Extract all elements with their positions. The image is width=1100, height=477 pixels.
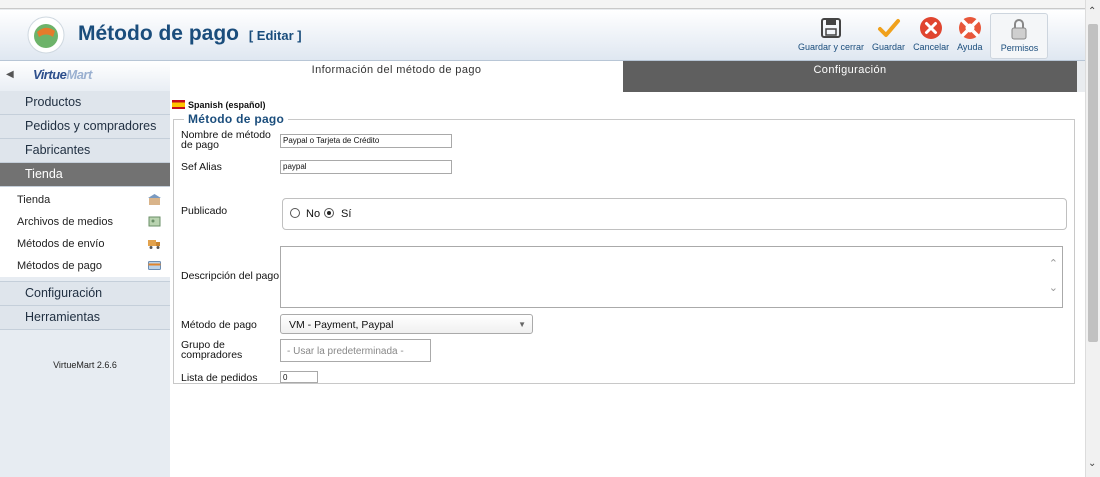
page-title-text: Método de pago <box>78 22 239 45</box>
save-close-button[interactable]: Guardar y cerrar <box>794 13 868 57</box>
media-files-icon <box>148 216 161 227</box>
page-title: Método de pago [ Editar ] <box>78 22 302 46</box>
collapse-sidebar-icon[interactable]: ◀ <box>6 69 14 80</box>
customer-group-select[interactable]: - Usar la predeterminada - <box>280 339 431 362</box>
subitem-label: Tienda <box>17 194 51 206</box>
subitem-label: Métodos de envío <box>17 238 105 250</box>
virtuemart-logo: ◀ VirtueMart <box>0 61 170 91</box>
published-no-radio[interactable] <box>290 208 300 218</box>
alias-label: Sef Alias <box>181 161 222 173</box>
subitem-label: Métodos de pago <box>17 260 103 272</box>
save-close-label: Guardar y cerrar <box>798 42 865 52</box>
name-label: Nombre de método de pago <box>181 129 271 151</box>
sidebar-item-configuracion[interactable]: Configuración <box>0 281 170 306</box>
textarea-scroll-up-icon[interactable]: ⌃ <box>1049 257 1058 270</box>
shipping-truck-icon <box>148 240 160 249</box>
virtuemart-logo-text: VirtueMart <box>33 67 92 82</box>
subitem-archivos[interactable]: Archivos de medios <box>0 211 170 233</box>
subitem-pago[interactable]: Métodos de pago <box>0 255 170 277</box>
sidebar-item-herramientas[interactable]: Herramientas <box>0 306 170 330</box>
textarea-scroll-down-icon[interactable]: ⌄ <box>1049 281 1058 294</box>
subitem-tienda[interactable]: Tienda <box>0 189 170 211</box>
logo-accent: Mart <box>66 67 92 82</box>
sidebar-item-productos[interactable]: Productos <box>0 91 170 115</box>
payment-method-fieldset: Método de pago Nombre de método de pago … <box>173 112 1075 384</box>
sidebar: ◀ VirtueMart Productos Pedidos y comprad… <box>0 61 171 477</box>
sidebar-item-fabricantes[interactable]: Fabricantes <box>0 139 170 163</box>
toolbar: Guardar y cerrar Guardar Cancelar Ayuda <box>794 13 1049 59</box>
logo-main: Virtue <box>33 67 67 82</box>
page-header: Método de pago [ Editar ] Guardar y cerr… <box>0 10 1085 61</box>
method-select[interactable]: VM - Payment, Paypal ▼ <box>280 314 533 334</box>
language-label: Spanish (español) <box>188 100 266 110</box>
description-textarea[interactable]: ⌃ ⌄ <box>280 246 1063 308</box>
form-content: Spanish (español) Método de pago Nombre … <box>170 92 1085 477</box>
permissions-label: Permisos <box>1000 43 1039 53</box>
payment-card-icon <box>148 261 161 270</box>
page-scrollbar[interactable]: ⌃ ⌄ <box>1085 0 1100 477</box>
tienda-submenu: Tienda Archivos de medios Métodos de env… <box>0 187 170 277</box>
fieldset-legend: Método de pago <box>188 112 285 126</box>
save-label: Guardar <box>872 42 906 52</box>
method-select-value: VM - Payment, Paypal <box>289 319 394 331</box>
scroll-down-icon[interactable]: ⌄ <box>1088 458 1096 469</box>
scroll-up-icon[interactable]: ⌃ <box>1088 6 1096 17</box>
lock-icon <box>1011 19 1027 40</box>
tab-configuracion[interactable]: Configuración <box>623 61 1077 92</box>
payment-method-icon <box>27 16 65 54</box>
published-yes-radio[interactable] <box>324 208 334 218</box>
chevron-down-icon: ▼ <box>518 320 526 329</box>
cancel-button[interactable]: Cancelar <box>909 13 953 57</box>
spain-flag-icon <box>172 100 185 109</box>
floppy-disk-icon <box>821 18 842 38</box>
name-input[interactable]: Paypal o Tarjeta de Crédito <box>280 134 452 148</box>
published-label: Publicado <box>181 205 228 217</box>
permissions-button[interactable]: Permisos <box>990 13 1049 59</box>
tab-bar: Información del método de pago Configura… <box>170 61 1077 92</box>
cancel-x-icon <box>920 17 943 39</box>
alias-input[interactable]: paypal <box>280 160 452 174</box>
save-button[interactable]: Guardar <box>868 13 909 57</box>
subitem-envio[interactable]: Métodos de envío <box>0 233 170 255</box>
group-label: Grupo de compradores <box>181 339 243 361</box>
browser-top-strip <box>0 0 1085 9</box>
scrollbar-thumb[interactable] <box>1088 24 1098 342</box>
order-label: Lista de pedidos <box>181 372 258 384</box>
published-no-label: No <box>306 208 321 220</box>
description-label: Descripción del pago <box>181 270 280 282</box>
sidebar-item-tienda[interactable]: Tienda <box>0 163 170 187</box>
method-label: Método de pago <box>181 319 257 331</box>
checkmark-icon <box>877 19 900 37</box>
language-indicator: Spanish (español) <box>172 100 266 110</box>
order-input[interactable]: 0 <box>280 371 318 383</box>
version-label: VirtueMart 2.6.6 <box>53 360 117 370</box>
sidebar-item-pedidos[interactable]: Pedidos y compradores <box>0 115 170 139</box>
published-radio-group: No Sí <box>282 198 1067 230</box>
help-button[interactable]: Ayuda <box>953 13 986 57</box>
lifebuoy-icon <box>958 17 981 39</box>
published-yes-label: Sí <box>341 208 352 220</box>
tab-informacion[interactable]: Información del método de pago <box>170 61 623 92</box>
store-icon <box>148 194 161 205</box>
cancel-label: Cancelar <box>913 42 950 52</box>
subitem-label: Archivos de medios <box>17 216 113 228</box>
help-label: Ayuda <box>957 42 983 52</box>
edit-label: [ Editar ] <box>248 28 302 43</box>
